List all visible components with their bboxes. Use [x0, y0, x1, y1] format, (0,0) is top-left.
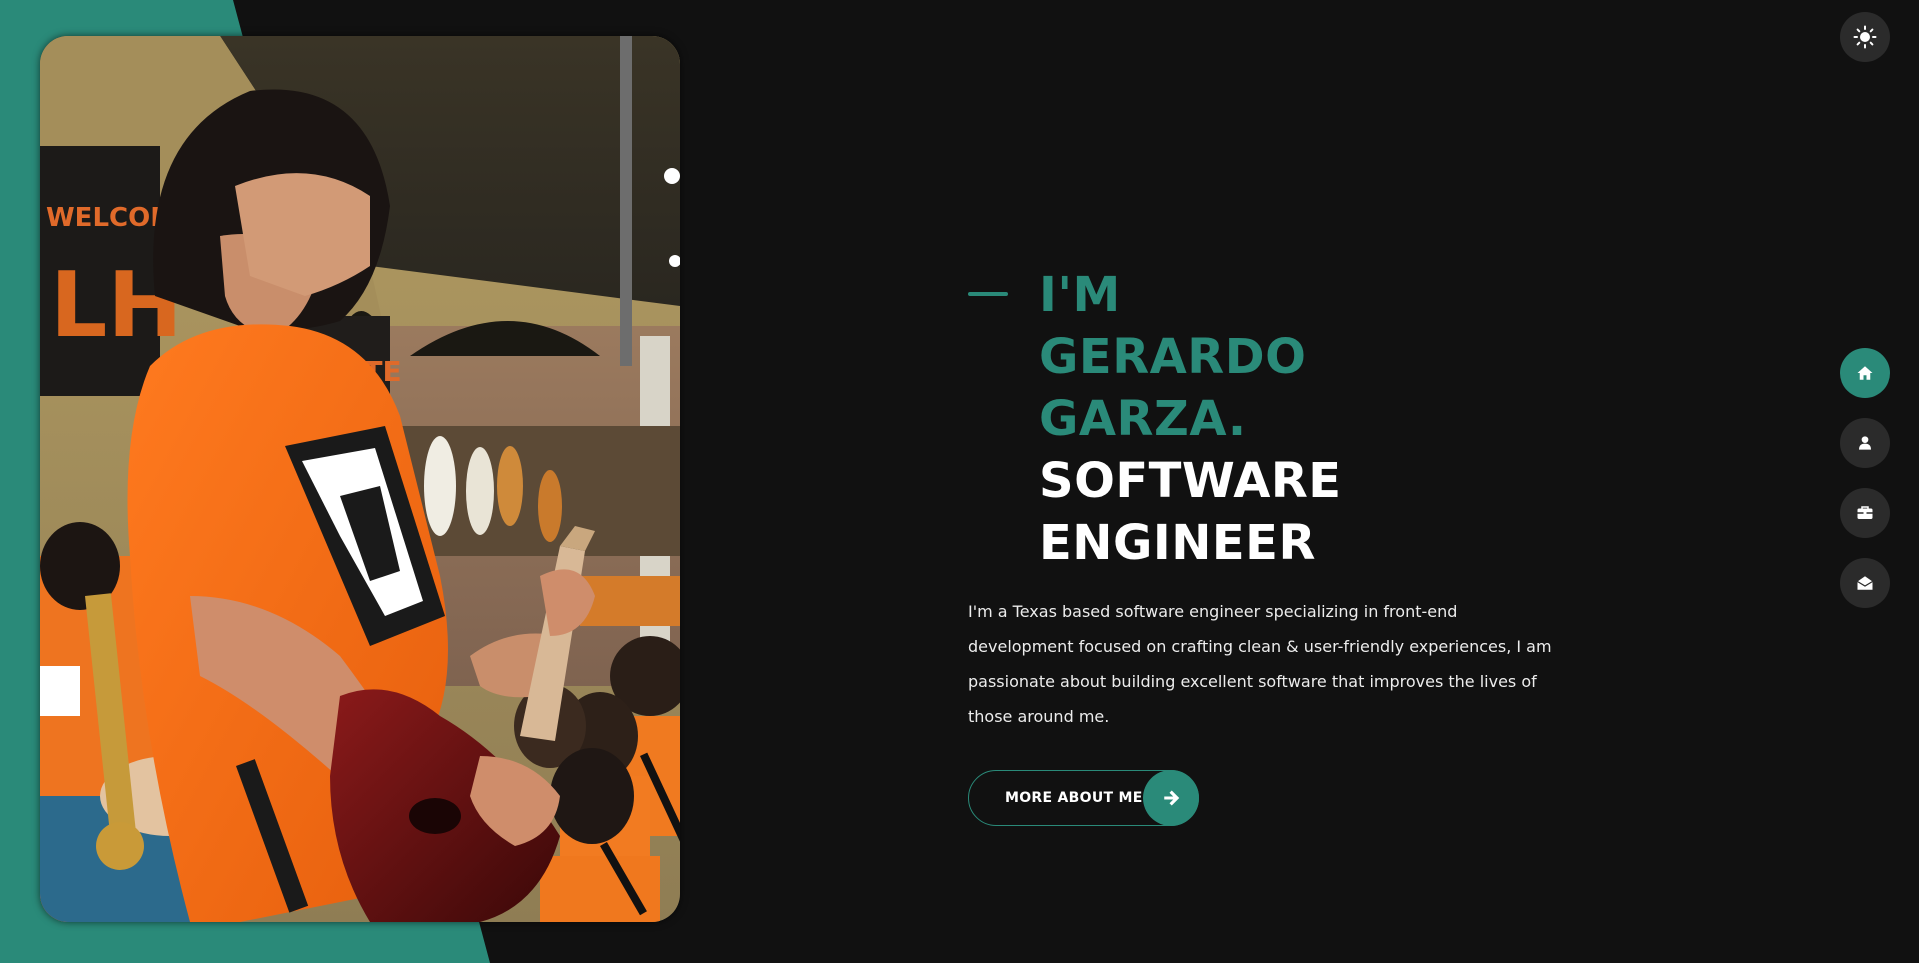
- hero-intro: I'm a Texas based software engineer spec…: [968, 602, 1552, 726]
- hero-photo-illustration: WELCOME LH ELEVATE: [40, 36, 680, 922]
- hero-headline: I'm Gerardo Garza. Software Engineer: [1039, 264, 1568, 574]
- hero-name: I'm Gerardo Garza.: [1039, 267, 1307, 447]
- hero-role: Software Engineer: [1039, 453, 1342, 571]
- more-about-me-button[interactable]: MORE ABOUT ME: [968, 770, 1199, 826]
- hero-photo: WELCOME LH ELEVATE: [40, 36, 680, 922]
- user-icon: [1859, 436, 1871, 450]
- nav-about-button[interactable]: [1840, 418, 1890, 468]
- more-about-me-label: MORE ABOUT ME: [1005, 790, 1143, 806]
- nav-portfolio-button[interactable]: [1840, 488, 1890, 538]
- cta-arrow-circle: [1143, 770, 1199, 826]
- home-icon: [1857, 366, 1873, 380]
- hero-section: I'm Gerardo Garza. Software Engineer I'm…: [968, 264, 1568, 826]
- page: WELCOME LH ELEVATE: [0, 0, 1919, 963]
- accent-dash: [968, 292, 1008, 296]
- side-nav: [1840, 348, 1890, 628]
- briefcase-icon: [1857, 506, 1873, 519]
- arrow-right-icon: [1164, 790, 1180, 806]
- envelope-open-icon: [1857, 576, 1873, 590]
- theme-toggle-button[interactable]: [1840, 12, 1890, 62]
- nav-contact-button[interactable]: [1840, 558, 1890, 608]
- sun-icon: [1853, 25, 1877, 49]
- nav-home-button[interactable]: [1840, 348, 1890, 398]
